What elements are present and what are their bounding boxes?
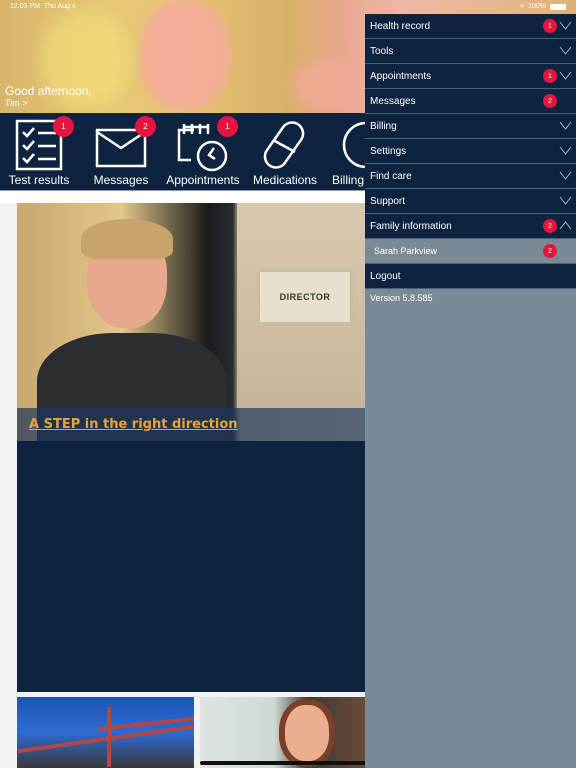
wifi-icon: ≈ — [520, 3, 525, 10]
menu-item-appointments[interactable]: Appointments 1 — [365, 64, 576, 89]
side-menu: Health record 1 Tools Appointments 1 Messages… — [365, 14, 576, 768]
chevron-down-icon[interactable] — [559, 69, 572, 82]
banner-flower-image — [140, 0, 230, 110]
test-results-badge: 1 — [53, 116, 74, 137]
quick-action-test-results[interactable]: 1 Test results — [0, 113, 78, 190]
photo-hair — [81, 219, 173, 259]
chevron-down-icon[interactable] — [559, 19, 572, 32]
menu-item-label: Family information — [370, 220, 452, 232]
status-time: 12:03 PM — [10, 3, 40, 10]
photo-face — [285, 705, 329, 761]
chevron-down-icon[interactable] — [559, 44, 572, 57]
menu-item-label: Find care — [370, 170, 412, 182]
menu-list: Health record 1 Tools Appointments 1 Messages… — [365, 14, 576, 239]
menu-subitem-sarah-parkview[interactable]: Sarah Parkview 2 — [365, 239, 576, 264]
divider — [0, 190, 365, 203]
menu-item-health-record[interactable]: Health record 1 — [365, 14, 576, 39]
appointments-badge: 1 — [217, 116, 238, 137]
menu-item-find-care[interactable]: Find care — [365, 164, 576, 189]
logout-button[interactable]: Logout — [365, 264, 576, 289]
menu-item-label: Settings — [370, 145, 407, 157]
quick-action-label: Messages — [93, 173, 149, 187]
photo-person — [37, 213, 227, 441]
chevron-down-icon[interactable] — [559, 169, 572, 182]
logout-label: Logout — [370, 270, 401, 282]
menu-item-tools[interactable]: Tools — [365, 39, 576, 64]
battery-icon — [550, 3, 566, 10]
chevron-down-icon[interactable] — [559, 194, 572, 207]
menu-item-label: Appointments — [370, 70, 432, 82]
menu-item-label: Support — [370, 195, 406, 207]
quick-action-medications[interactable]: Medications — [246, 113, 324, 190]
quick-action-label: Appointments — [166, 173, 240, 187]
photo-beam — [107, 707, 111, 767]
news-feed: DIRECTOR A STEP in the right direction — [17, 203, 365, 692]
menu-item-badge: 1 — [543, 19, 557, 33]
sarah-parkview-badge: 2 — [543, 244, 557, 258]
billing-icon — [342, 121, 365, 169]
app-version: Version 5.8.585 — [370, 293, 433, 303]
user-profile-link[interactable]: Tim > — [5, 98, 27, 108]
featured-article-link[interactable]: A STEP in the right direction — [29, 417, 238, 432]
menu-item-messages[interactable]: Messages 2 — [365, 89, 576, 114]
quick-action-appointments[interactable]: 1 Appointments — [164, 113, 242, 190]
menu-item-badge: 2 — [543, 94, 557, 108]
quick-action-label: Test results — [8, 173, 70, 187]
chevron-down-icon[interactable] — [559, 144, 572, 157]
menu-item-badge: 2 — [543, 219, 557, 233]
quick-action-billing[interactable]: Billing — [328, 113, 365, 190]
student-article-thumbnail[interactable] — [200, 697, 365, 768]
menu-item-label: Tools — [370, 45, 394, 57]
quick-action-label: Billing — [332, 173, 365, 187]
menu-item-support[interactable]: Support — [365, 189, 576, 214]
pill-icon — [263, 121, 305, 169]
greeting: Good afternoon, — [5, 84, 92, 98]
battery-percent: 100% — [528, 3, 546, 10]
messages-badge: 2 — [135, 116, 156, 137]
home-indicator[interactable] — [200, 761, 376, 765]
quick-action-messages[interactable]: 2 Messages — [82, 113, 160, 190]
director-sign: DIRECTOR — [257, 269, 353, 325]
menu-item-label: Messages — [370, 95, 416, 107]
construction-article-thumbnail[interactable] — [17, 697, 194, 768]
status-time-date: 12:03 PM Thu Aug 4 — [10, 3, 76, 10]
article-thumbnails — [17, 697, 365, 768]
menu-item-badge: 1 — [543, 69, 557, 83]
status-date: Thu Aug 4 — [43, 3, 76, 10]
banner-flower-image — [290, 60, 370, 110]
menu-item-family-information[interactable]: Family information 2 — [365, 214, 576, 239]
menu-item-label: Billing — [370, 120, 397, 132]
chevron-down-icon[interactable] — [559, 119, 572, 132]
menu-subitem-label: Sarah Parkview — [374, 246, 438, 256]
menu-item-label: Health record — [370, 20, 431, 32]
quick-action-label: Medications — [252, 173, 318, 187]
featured-article-image[interactable]: DIRECTOR — [17, 203, 365, 441]
menu-item-billing[interactable]: Billing — [365, 114, 576, 139]
chevron-up-icon[interactable] — [559, 219, 572, 232]
status-right: ≈ 100% — [520, 3, 566, 10]
menu-item-settings[interactable]: Settings — [365, 139, 576, 164]
